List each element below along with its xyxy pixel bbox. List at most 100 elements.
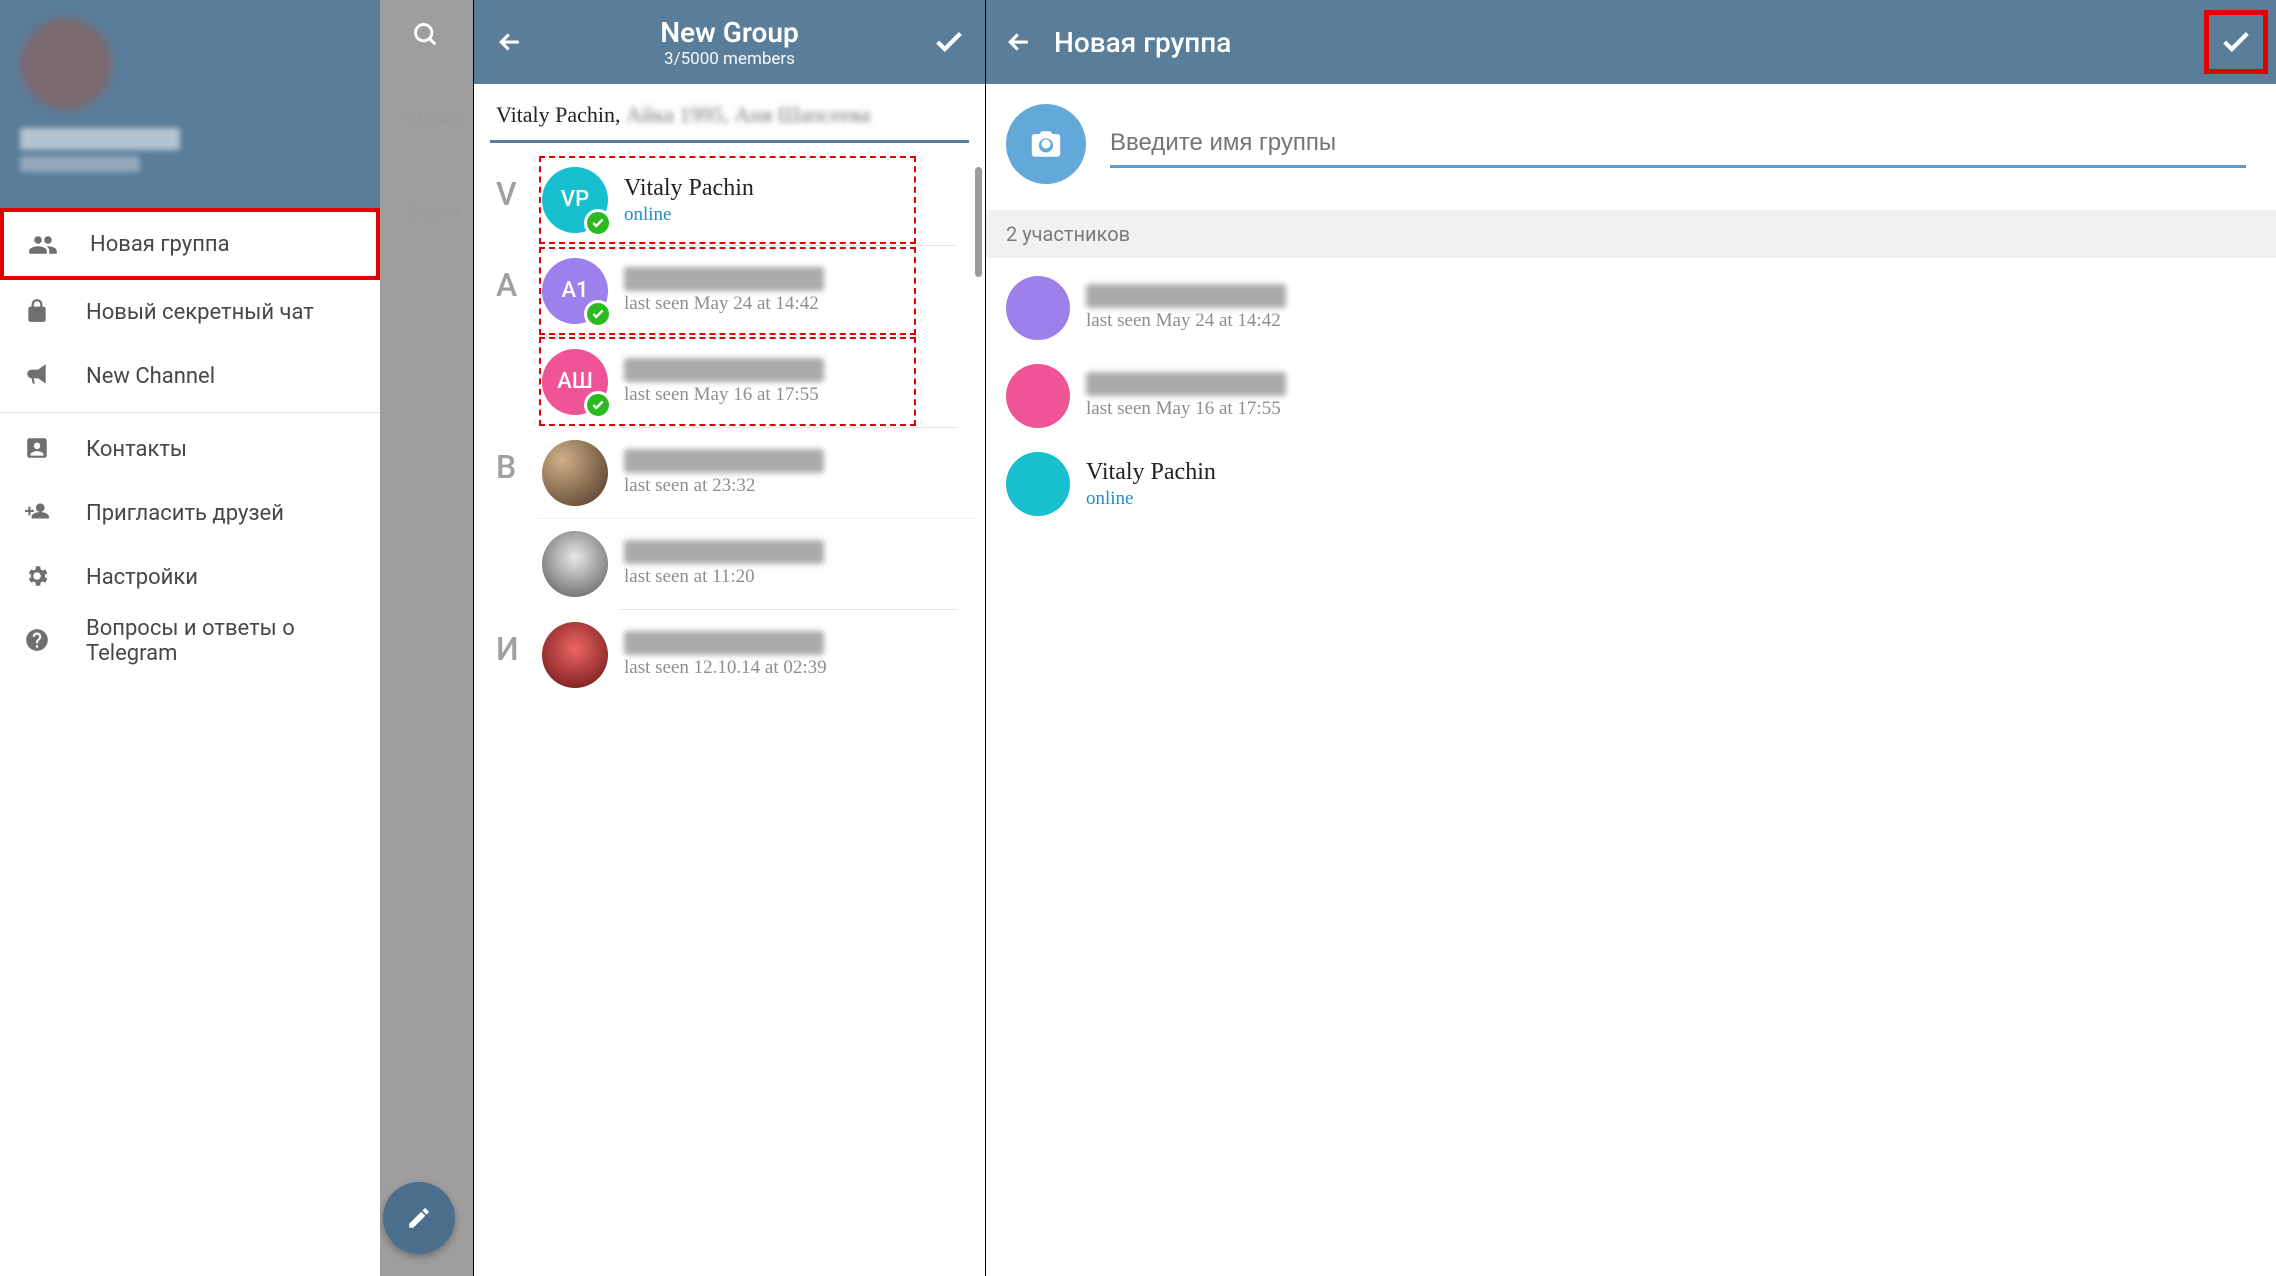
selected-names-field[interactable]: Vitaly Pachin, Айка 1995, Аня Шапсеева	[474, 84, 985, 140]
menu-invite-friends[interactable]: Пригласить друзей	[0, 481, 380, 545]
member-info: last seen May 24 at 14:42	[1086, 284, 1286, 332]
menu-label: Новая группа	[90, 232, 230, 257]
contact-info: last seen May 24 at 14:42	[624, 267, 824, 315]
group-name-input[interactable]	[1110, 121, 2246, 168]
avatar: VP	[542, 167, 608, 233]
chat-date-snippet: 05 окт.	[406, 108, 467, 131]
header-title: New Group	[532, 16, 927, 49]
megaphone-icon	[24, 362, 52, 390]
contact-name: Vitaly Pachin	[624, 175, 754, 202]
person-add-icon	[24, 499, 52, 527]
back-button[interactable]	[488, 20, 532, 64]
member-row[interactable]: last seen May 16 at 17:55	[986, 352, 2276, 440]
menu-new-channel[interactable]: New Channel	[0, 344, 380, 408]
member-status: last seen May 16 at 17:55	[1086, 398, 1286, 420]
menu-new-secret-chat[interactable]: Новый секретный чат	[0, 280, 380, 344]
member-row[interactable]: Vitaly Pachin online	[986, 440, 2276, 528]
confirm-button[interactable]	[2211, 17, 2261, 67]
search-icon	[412, 21, 440, 49]
header-title-block: New Group 3/5000 members	[532, 16, 927, 69]
avatar	[1006, 276, 1070, 340]
contact-status: last seen at 11:20	[624, 566, 824, 588]
avatar-initials: VP	[561, 187, 589, 212]
panel2-header: New Group 3/5000 members	[474, 0, 985, 84]
avatar-initials: А1	[561, 278, 588, 303]
contact-section: В last seen at 23:32 last seen at 11:20	[486, 428, 977, 610]
contact-info: last seen May 16 at 17:55	[624, 358, 824, 406]
drawer-panel: 05 окт. 5 сент. Новая группа	[0, 0, 474, 1276]
member-info: last seen May 16 at 17:55	[1086, 372, 1286, 420]
menu-label: Пригласить друзей	[86, 501, 284, 526]
gear-icon	[24, 563, 52, 591]
check-icon	[2219, 25, 2253, 59]
group-icon	[28, 230, 56, 258]
selected-badge	[584, 300, 612, 328]
compose-fab[interactable]	[383, 1182, 455, 1254]
contact-status: last seen at 23:32	[624, 475, 824, 497]
contact-row[interactable]: last seen 12.10.14 at 02:39	[538, 610, 977, 700]
back-button[interactable]	[994, 17, 1044, 67]
contact-row[interactable]: last seen at 23:32	[538, 428, 977, 518]
selected-names-blurred: Айка 1995, Аня Шапсеева	[626, 102, 870, 127]
contact-section: A А1 last seen May 24 at 14:42 АШ	[486, 246, 977, 428]
confirm-button[interactable]	[927, 20, 971, 64]
contact-section: V VP Vitaly Pachin online	[486, 155, 977, 246]
contact-row[interactable]: А1 last seen May 24 at 14:42	[538, 246, 917, 336]
section-letter: V	[486, 155, 538, 246]
member-row[interactable]: last seen May 24 at 14:42	[986, 264, 2276, 352]
contact-list[interactable]: V VP Vitaly Pachin online A	[474, 143, 985, 700]
contact-info: last seen at 11:20	[624, 540, 824, 588]
group-input-row	[986, 84, 2276, 210]
contact-row[interactable]: last seen at 11:20	[538, 518, 977, 609]
menu-label: Новый секретный чат	[86, 300, 314, 325]
contact-status: last seen May 16 at 17:55	[624, 384, 824, 406]
members-list: last seen May 24 at 14:42 last seen May …	[986, 258, 2276, 534]
search-button[interactable]	[379, 0, 473, 70]
menu-new-group[interactable]: Новая группа	[0, 208, 380, 280]
panel3-header: Новая группа	[986, 0, 2276, 84]
chat-date-snippet: 5 сент.	[406, 200, 467, 223]
profile-avatar[interactable]	[20, 18, 112, 110]
person-icon	[24, 435, 52, 463]
contact-status: last seen May 24 at 14:42	[624, 293, 824, 315]
member-name-blurred	[1086, 284, 1286, 308]
select-members-panel: New Group 3/5000 members Vitaly Pachin, …	[474, 0, 986, 1276]
group-photo-button[interactable]	[1006, 104, 1086, 184]
contact-status: online	[624, 204, 754, 226]
header-title: Новая группа	[1044, 26, 2204, 59]
menu-label: New Channel	[86, 364, 215, 389]
menu-divider	[0, 412, 380, 413]
menu-settings[interactable]: Настройки	[0, 545, 380, 609]
member-status: last seen May 24 at 14:42	[1086, 310, 1286, 332]
contact-info: last seen 12.10.14 at 02:39	[624, 631, 827, 679]
menu-faq[interactable]: Вопросы и ответы о Telegram	[0, 609, 380, 673]
avatar: АШ	[542, 349, 608, 415]
members-header: 2 участников	[986, 210, 2276, 258]
create-group-panel: Новая группа 2 участников last seen May …	[986, 0, 2276, 1276]
arrow-left-icon	[1004, 27, 1034, 57]
avatar	[1006, 452, 1070, 516]
menu-label: Вопросы и ответы о Telegram	[86, 616, 360, 666]
drawer-header	[0, 0, 380, 208]
avatar	[542, 531, 608, 597]
contact-name-blurred	[624, 540, 824, 564]
avatar: А1	[542, 258, 608, 324]
selected-badge	[584, 391, 612, 419]
check-small-icon	[591, 216, 605, 230]
contact-name-blurred	[624, 358, 824, 382]
avatar	[542, 622, 608, 688]
scrollbar[interactable]	[975, 167, 982, 277]
contact-name-blurred	[624, 267, 824, 291]
menu-label: Настройки	[86, 565, 198, 590]
contact-row[interactable]: VP Vitaly Pachin online	[538, 155, 917, 245]
contact-name-blurred	[624, 449, 824, 473]
pencil-icon	[406, 1205, 432, 1231]
section-letter: A	[486, 246, 538, 428]
menu-contacts[interactable]: Контакты	[0, 417, 380, 481]
profile-name-block	[20, 128, 360, 172]
contact-row[interactable]: АШ last seen May 16 at 17:55	[538, 336, 917, 427]
member-status: online	[1086, 488, 1216, 510]
member-name-blurred	[1086, 372, 1286, 396]
help-icon	[24, 627, 52, 655]
confirm-highlight	[2204, 10, 2268, 74]
